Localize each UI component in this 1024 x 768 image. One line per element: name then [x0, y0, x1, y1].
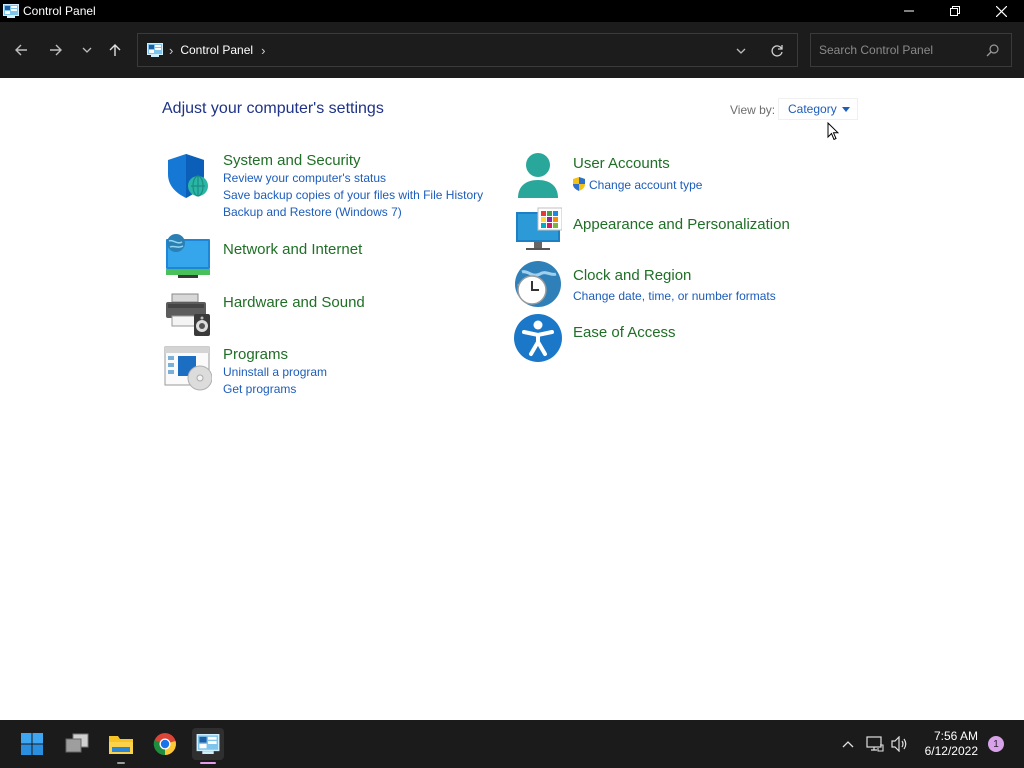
recent-locations-button[interactable]	[76, 39, 98, 61]
refresh-icon	[771, 45, 783, 57]
page-heading: Adjust your computer's settings	[162, 100, 384, 117]
accessibility-icon[interactable]	[514, 314, 562, 362]
minimize-button[interactable]	[886, 0, 932, 22]
network-icon	[866, 736, 884, 752]
mouse-cursor-icon	[827, 122, 839, 141]
chrome-icon	[153, 733, 176, 756]
category-title-system-and-security[interactable]: System and Security	[223, 152, 361, 169]
control-panel-content: Adjust your computer's settings View by:…	[0, 78, 1024, 720]
running-indicator	[117, 762, 125, 764]
category-title-appearance-and-personalization[interactable]: Appearance and Personalization	[573, 216, 790, 233]
chevron-up-icon	[842, 741, 854, 748]
restore-button[interactable]	[932, 0, 978, 22]
notification-badge[interactable]: 1	[988, 736, 1004, 752]
shield-icon[interactable]	[164, 152, 212, 200]
navigation-toolbar: › Control Panel ›	[0, 22, 1024, 78]
back-arrow-icon	[15, 44, 27, 56]
view-by-label: View by:	[730, 103, 776, 117]
search-input[interactable]	[811, 43, 976, 57]
back-button[interactable]	[10, 39, 32, 61]
printer-speaker-icon[interactable]	[164, 290, 212, 338]
monitor-palette-icon[interactable]	[514, 206, 562, 254]
taskbar-clock[interactable]: 7:56 AM 6/12/2022	[918, 729, 978, 759]
task-view-icon	[65, 733, 89, 753]
title-bar: Control Panel	[0, 0, 1024, 22]
refresh-button[interactable]	[768, 42, 786, 60]
link-get-programs[interactable]: Get programs	[223, 382, 296, 396]
network-tray-button[interactable]	[865, 734, 885, 754]
start-button[interactable]	[16, 728, 48, 760]
category-title-user-accounts[interactable]: User Accounts	[573, 155, 670, 172]
window-title: Control Panel	[23, 4, 96, 18]
breadcrumb-separator-icon[interactable]: ›	[261, 43, 265, 58]
breadcrumb-control-panel[interactable]: Control Panel	[180, 43, 253, 57]
file-explorer-button[interactable]	[105, 728, 137, 764]
search-icon[interactable]	[986, 44, 999, 57]
control-panel-icon	[147, 43, 163, 57]
category-title-clock-and-region[interactable]: Clock and Region	[573, 267, 691, 284]
category-title-programs[interactable]: Programs	[223, 346, 288, 363]
user-icon[interactable]	[514, 152, 562, 200]
link-uninstall-program[interactable]: Uninstall a program	[223, 365, 327, 379]
up-button[interactable]	[104, 39, 126, 61]
caret-down-icon[interactable]	[841, 106, 850, 112]
restore-icon	[950, 6, 960, 16]
category-title-hardware-and-sound[interactable]: Hardware and Sound	[223, 294, 365, 311]
minimize-icon	[904, 10, 914, 12]
up-arrow-icon	[109, 44, 121, 56]
start-icon	[21, 733, 43, 755]
close-button[interactable]	[978, 0, 1024, 22]
clock-date[interactable]: 6/12/2022	[918, 744, 978, 759]
search-box[interactable]	[810, 33, 1012, 67]
link-review-computer-status[interactable]: Review your computer's status	[223, 171, 386, 185]
control-panel-icon	[3, 4, 19, 18]
breadcrumb-separator-icon[interactable]: ›	[169, 43, 173, 58]
link-backup-restore[interactable]: Backup and Restore (Windows 7)	[223, 205, 402, 219]
show-hidden-icons-button[interactable]	[838, 734, 858, 754]
address-bar[interactable]: › Control Panel ›	[137, 33, 798, 67]
uac-shield-icon	[573, 177, 585, 191]
chrome-button[interactable]	[149, 728, 181, 760]
chevron-down-icon	[736, 48, 746, 54]
taskbar: 7:56 AM 6/12/2022 1	[0, 720, 1024, 768]
clock-time[interactable]: 7:56 AM	[918, 729, 978, 744]
view-by-value[interactable]: Category	[788, 102, 837, 116]
active-indicator	[200, 762, 216, 764]
forward-button[interactable]	[45, 39, 67, 61]
programs-disc-icon[interactable]	[164, 346, 212, 394]
view-by-dropdown[interactable]: Category	[778, 98, 858, 120]
category-title-network-and-internet[interactable]: Network and Internet	[223, 241, 362, 258]
link-change-date-time-formats[interactable]: Change date, time, or number formats	[573, 289, 776, 303]
category-title-ease-of-access[interactable]: Ease of Access	[573, 324, 676, 341]
close-icon	[995, 5, 1007, 17]
link-file-history[interactable]: Save backup copies of your files with Fi…	[223, 188, 483, 202]
globe-clock-icon[interactable]	[514, 260, 562, 308]
forward-arrow-icon	[50, 44, 62, 56]
control-panel-taskbar-button[interactable]	[192, 728, 224, 764]
volume-icon	[891, 736, 907, 752]
network-globe-icon[interactable]	[164, 233, 212, 281]
address-history-button[interactable]	[733, 43, 749, 59]
link-change-account-type[interactable]: Change account type	[589, 178, 702, 192]
task-view-button[interactable]	[61, 728, 93, 760]
control-panel-icon	[196, 734, 220, 754]
file-explorer-icon	[109, 736, 133, 754]
recent-chevron-icon	[82, 47, 92, 53]
volume-tray-button[interactable]	[890, 734, 910, 754]
